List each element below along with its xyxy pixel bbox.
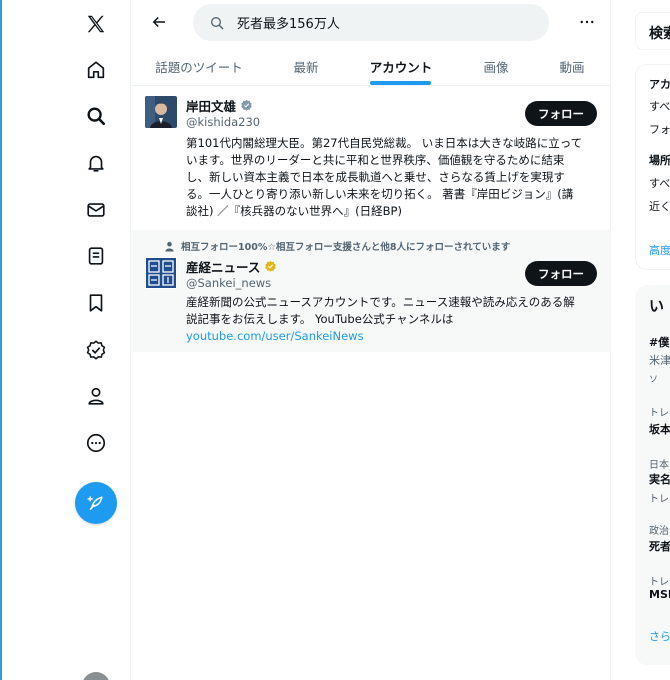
filter-item[interactable]: すべ	[649, 175, 670, 191]
search-tabs: 話題のツイート 最新 アカウント 画像 動画	[131, 46, 611, 86]
sidebar-nav	[0, 0, 131, 680]
bookmark-icon[interactable]	[78, 285, 114, 321]
gold-verified-badge-icon	[265, 260, 277, 272]
person-icon	[165, 241, 174, 252]
x-logo-icon[interactable]	[78, 6, 114, 42]
feather-plus-icon	[87, 496, 103, 511]
account-handle[interactable]: @Sankei_news	[186, 276, 271, 290]
filter-item[interactable]: アカ	[649, 76, 670, 92]
account-name-row[interactable]: 岸田文雄	[186, 96, 253, 115]
account-name: 岸田文雄	[186, 99, 237, 114]
account-cell[interactable]: 相互フォロー100%☆相互フォロー支援さんと他8人にフォローされています 産経ニ…	[131, 230, 611, 352]
account-bio: 第101代内閣総理大臣。第27代自民党総裁。 いま日本は大きな岐路に立って いま…	[186, 135, 596, 220]
back-arrow-icon[interactable]	[145, 10, 173, 34]
search-input[interactable]	[237, 15, 527, 30]
filter-item[interactable]: 場所	[649, 152, 670, 168]
profile-icon[interactable]	[78, 378, 114, 414]
tab-top[interactable]: 話題のツイート	[151, 46, 247, 86]
search-icon[interactable]	[78, 98, 114, 134]
bio-link[interactable]: youtube.com/user/SankeiNews	[186, 329, 364, 343]
trend-item: 政治	[649, 526, 669, 537]
bio-line: し、新しい資本主義で日本を成長軌道へと乗せ、さらなる賃上げを実現す	[186, 170, 565, 184]
account-handle[interactable]: @kishida230	[186, 115, 260, 129]
more-circle-icon[interactable]	[78, 425, 114, 461]
trend-item[interactable]: MSI	[649, 588, 670, 601]
trend-item[interactable]: 死者	[649, 538, 670, 554]
social-context: 相互フォロー100%☆相互フォロー支援さんと他8人にフォローされています	[164, 239, 510, 253]
search-filters-title: 検索	[649, 26, 670, 42]
compose-button[interactable]	[75, 482, 117, 524]
user-avatar[interactable]	[82, 672, 110, 680]
show-more-link[interactable]: さら	[649, 628, 670, 644]
advanced-search-link[interactable]: 高度	[649, 242, 670, 258]
social-context-text: 相互フォロー100%☆相互フォロー支援さんと他8人にフォローされています	[181, 242, 511, 253]
filter-item[interactable]: すべ	[649, 98, 670, 114]
search-filters-header: 検索	[635, 12, 670, 50]
trend-item: トレ	[649, 494, 669, 505]
tab-videos[interactable]: 動画	[549, 46, 595, 86]
trend-item: トレ	[649, 577, 669, 588]
right-sidebar: 検索 アカ すべ フォ 場所 すべ 近く 高度 い #僕 米津 ソ トレ 坂本 …	[620, 0, 670, 680]
filter-item[interactable]: フォ	[649, 121, 670, 137]
filter-item[interactable]: 近く	[649, 198, 670, 214]
follow-button[interactable]: フォロー	[525, 261, 597, 286]
follow-button[interactable]: フォロー	[525, 101, 597, 126]
trend-item: 日本	[649, 460, 669, 471]
bio-line: 説記事をお伝えします。 YouTube公式チャンネルは	[186, 312, 454, 326]
bio-line: 第101代内閣総理大臣。第27代自民党総裁。 いま日本は大きな岐路に立って	[186, 136, 583, 150]
account-name: 産経ニュース	[186, 260, 261, 275]
lists-icon[interactable]	[78, 238, 114, 274]
search-box[interactable]	[193, 4, 549, 41]
trend-item[interactable]: #僕	[649, 334, 669, 350]
bio-line: 談社) ／『核兵器のない世界へ』(日経BP)	[186, 204, 402, 218]
tab-latest[interactable]: 最新	[281, 46, 331, 86]
trends-title: い	[649, 297, 665, 315]
home-icon[interactable]	[78, 52, 114, 88]
search-icon	[211, 16, 224, 29]
verified-icon[interactable]	[78, 332, 114, 368]
bio-line: います。世界のリーダーと共に平和と世界秩序、価値観を守るために結束	[186, 153, 565, 167]
main-column: 話題のツイート 最新 アカウント 画像 動画 岸田文雄 @kishida230 …	[131, 0, 611, 680]
mail-icon[interactable]	[78, 192, 114, 228]
trend-item[interactable]: ソ	[649, 372, 658, 385]
account-avatar[interactable]	[145, 96, 177, 128]
account-cell[interactable]: 岸田文雄 @kishida230 フォロー 第101代内閣総理大臣。第27代自民…	[131, 87, 611, 230]
account-name-row[interactable]: 産経ニュース	[186, 257, 277, 276]
trend-item: トレ	[649, 408, 669, 419]
trend-item[interactable]: 実名	[649, 471, 670, 487]
account-avatar[interactable]	[145, 257, 177, 289]
bio-line: 産経新聞の公式ニュースアカウントです。ニュース速報や読み応えのある解	[186, 295, 575, 309]
tab-images[interactable]: 画像	[471, 46, 521, 86]
bell-icon[interactable]	[78, 145, 114, 181]
trend-item[interactable]: 米津	[649, 352, 670, 368]
trend-item[interactable]: 坂本	[649, 421, 670, 437]
bio-line: る。一人ひとり寄り添い新しい未来を切り拓く。 著書『岸田ビジョン』(講	[186, 187, 574, 201]
gray-verified-badge-icon	[241, 99, 252, 111]
active-tab-indicator	[370, 81, 431, 85]
account-bio: 産経新聞の公式ニュースアカウントです。ニュース速報や読み応えのある解 説記事をお…	[186, 294, 596, 345]
more-options-icon[interactable]	[575, 10, 599, 34]
tab-accounts[interactable]: アカウント	[363, 46, 439, 86]
